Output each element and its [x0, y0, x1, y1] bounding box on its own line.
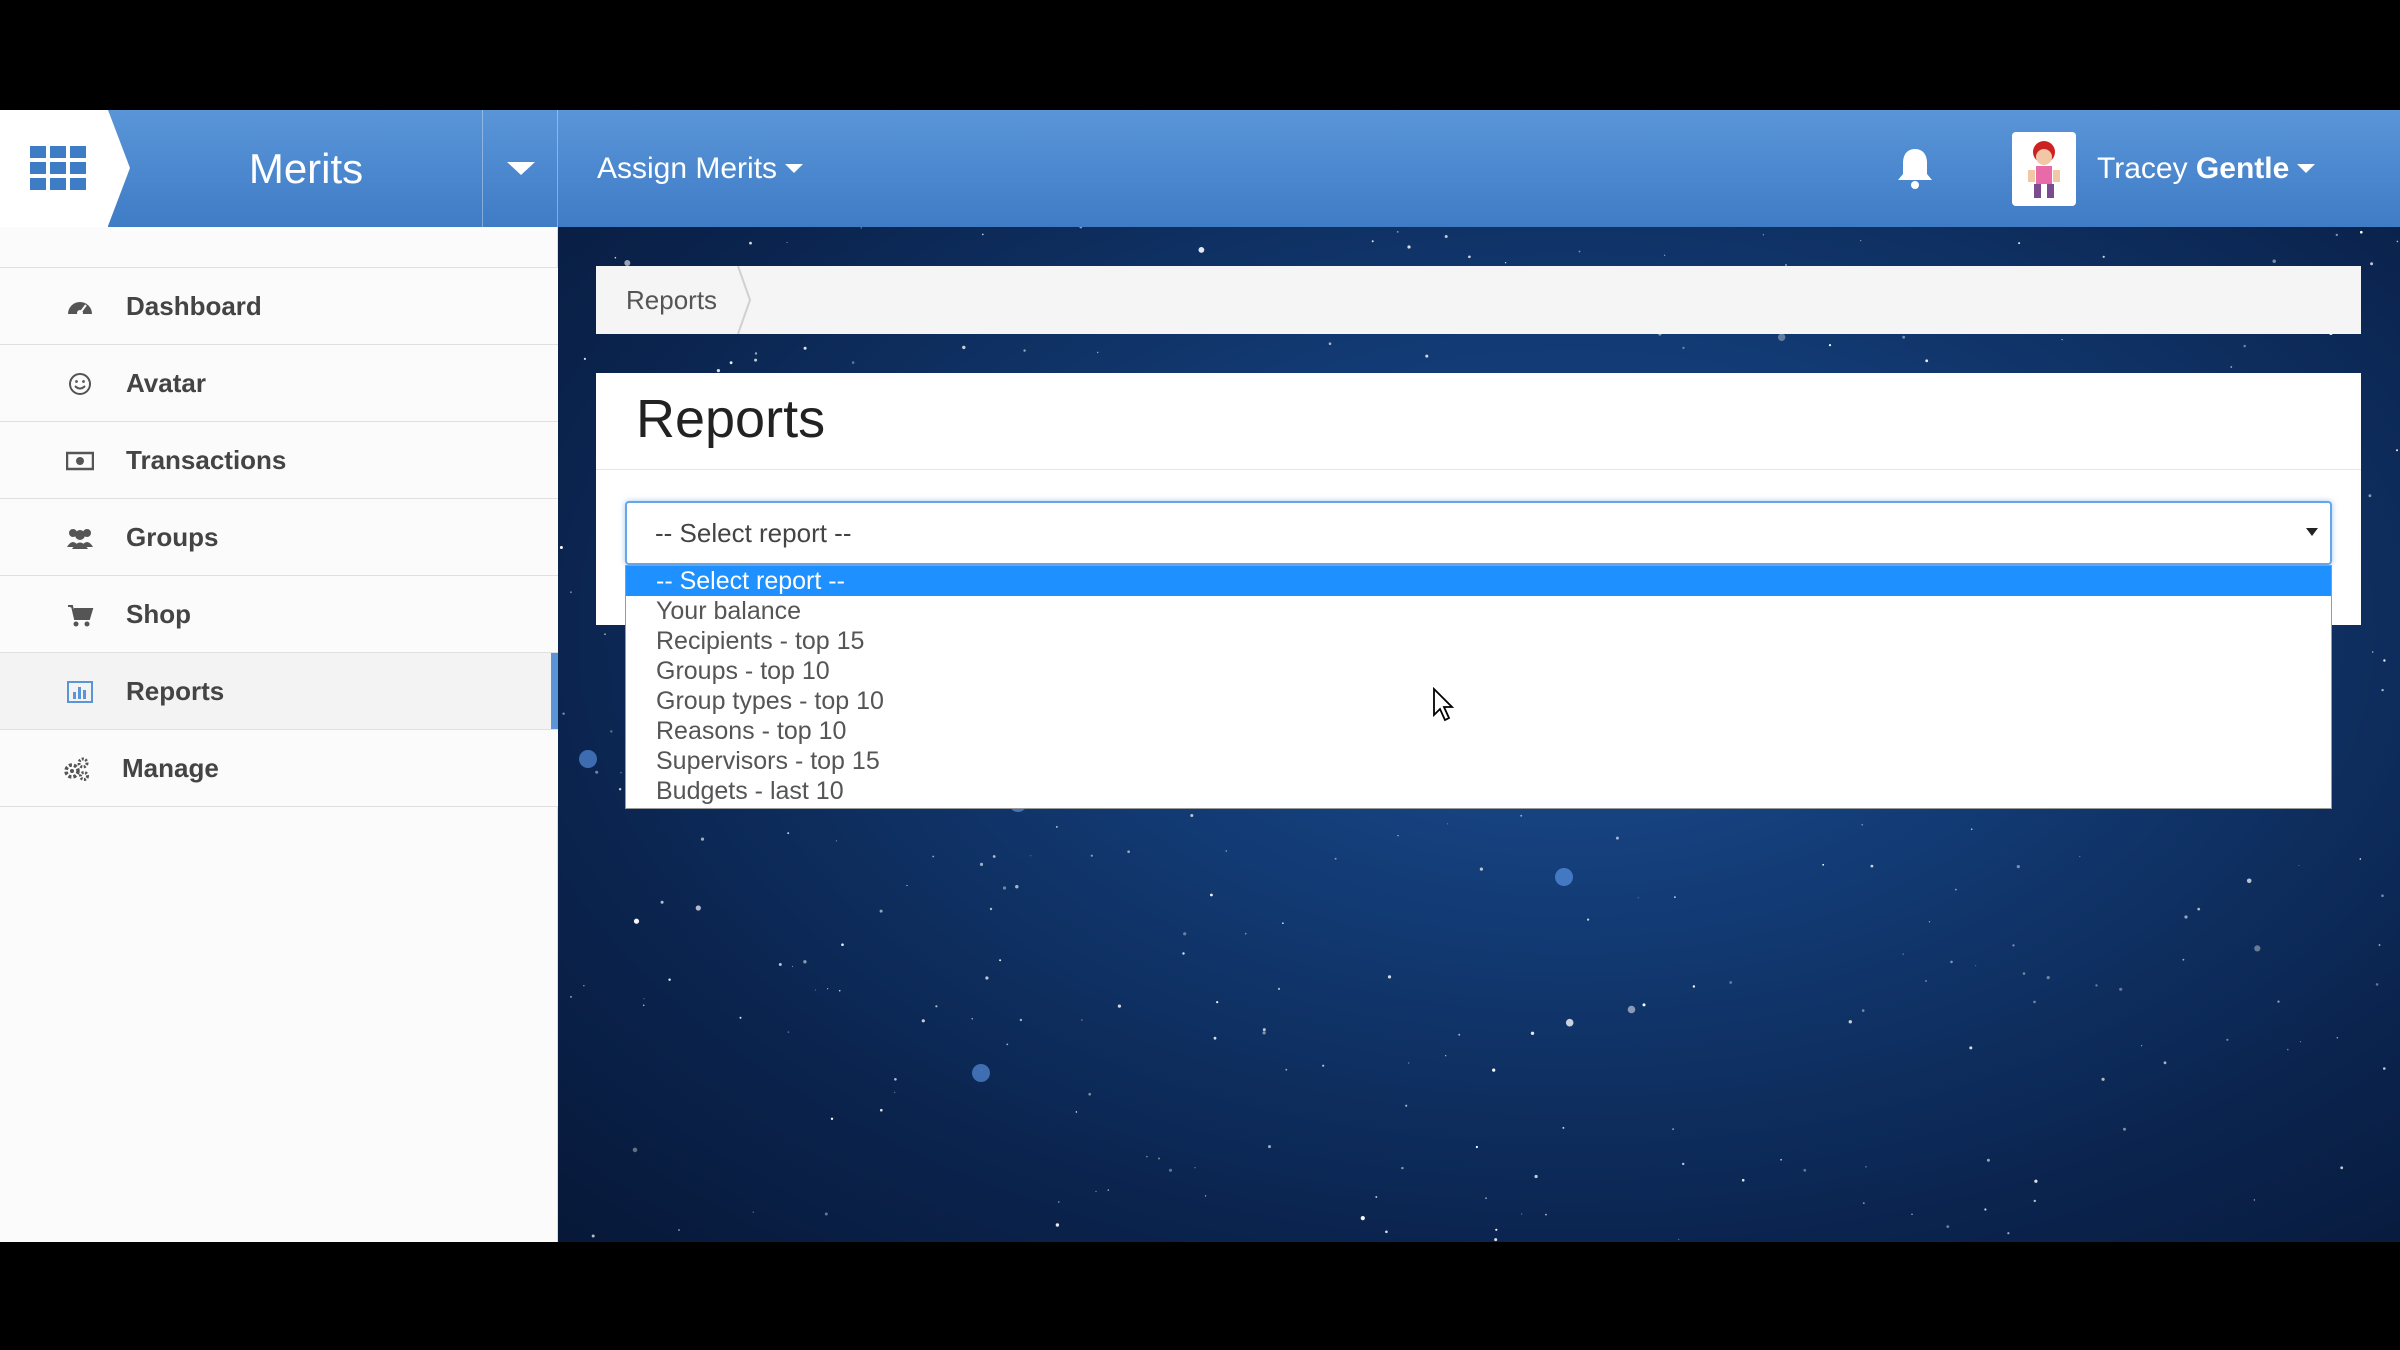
cart-icon — [68, 605, 94, 627]
assign-merits-menu[interactable]: Assign Merits — [597, 110, 804, 227]
sidebar-item-label: Dashboard — [126, 291, 262, 321]
brand-title[interactable]: Merits — [130, 110, 482, 227]
sidebar-item-dashboard[interactable]: Dashboard — [0, 268, 558, 345]
bell-icon[interactable] — [1895, 146, 1935, 190]
report-option[interactable]: Recipients - top 15 — [626, 626, 2331, 656]
report-option[interactable]: Your balance — [626, 596, 2331, 626]
sidebar-menu: Dashboard Avatar Transactions Groups Sho… — [0, 267, 558, 807]
breadcrumb: Reports — [596, 266, 2361, 334]
user-first-name: Tracey — [2097, 152, 2188, 185]
sidebar-item-reports[interactable]: Reports — [0, 653, 558, 730]
letterbox-top — [0, 0, 2400, 110]
page-title: Reports — [636, 389, 826, 449]
chevron-down-icon — [785, 163, 804, 173]
report-select-dropdown: -- Select report -- Your balance Recipie… — [625, 565, 2332, 809]
avatar[interactable] — [2012, 132, 2076, 206]
sidebar: Dashboard Avatar Transactions Groups Sho… — [0, 227, 558, 1242]
report-select[interactable]: -- Select report -- — [625, 501, 2332, 565]
report-select-value: -- Select report -- — [655, 518, 852, 548]
report-option[interactable]: Group types - top 10 — [626, 686, 2331, 716]
mouse-cursor-icon — [1433, 687, 1455, 722]
money-icon — [66, 451, 94, 471]
dashboard-icon — [68, 302, 92, 316]
user-menu[interactable]: Tracey Gentle — [2097, 110, 2316, 227]
sidebar-item-label: Groups — [126, 522, 219, 552]
sidebar-item-label: Manage — [122, 753, 219, 783]
sidebar-item-avatar[interactable]: Avatar — [0, 345, 558, 422]
report-option[interactable]: Groups - top 10 — [626, 656, 2331, 686]
app-window: Merits Assign Merits Tracey Gentle Dashb… — [0, 110, 2400, 1242]
smiley-icon — [69, 373, 91, 395]
breadcrumb-separator-icon — [737, 266, 752, 334]
gears-icon — [64, 757, 89, 781]
main-content: Reports Reports -- Select report -- -- S… — [558, 227, 2400, 1242]
divider — [596, 469, 2361, 470]
sidebar-item-groups[interactable]: Groups — [0, 499, 558, 576]
sidebar-item-transactions[interactable]: Transactions — [0, 422, 558, 499]
top-navbar: Merits Assign Merits Tracey Gentle — [0, 110, 2400, 227]
report-option[interactable]: Supervisors - top 15 — [626, 746, 2331, 776]
apps-button[interactable] — [0, 110, 130, 227]
grid-icon — [30, 146, 86, 190]
sidebar-item-label: Reports — [126, 676, 225, 706]
user-last-name: Gentle — [2195, 152, 2290, 185]
sidebar-item-shop[interactable]: Shop — [0, 576, 558, 653]
report-option[interactable]: Budgets - last 10 — [626, 776, 2331, 806]
report-option[interactable]: Reasons - top 10 — [626, 716, 2331, 746]
sidebar-item-label: Transactions — [126, 445, 287, 475]
letterbox-bottom — [0, 1242, 2400, 1350]
chevron-down-icon — [2297, 163, 2316, 173]
sidebar-item-label: Shop — [126, 599, 191, 629]
sidebar-item-label: Avatar — [126, 368, 206, 398]
assign-merits-label: Assign Merits — [597, 152, 778, 185]
chevron-down-icon — [2306, 528, 2318, 536]
bar-chart-icon — [67, 681, 93, 703]
breadcrumb-item-reports[interactable]: Reports — [596, 266, 747, 334]
users-icon — [67, 529, 93, 549]
sidebar-item-manage[interactable]: Manage — [0, 730, 558, 807]
report-option[interactable]: -- Select report -- — [626, 566, 2331, 596]
brand-dropdown-button[interactable] — [482, 110, 558, 227]
